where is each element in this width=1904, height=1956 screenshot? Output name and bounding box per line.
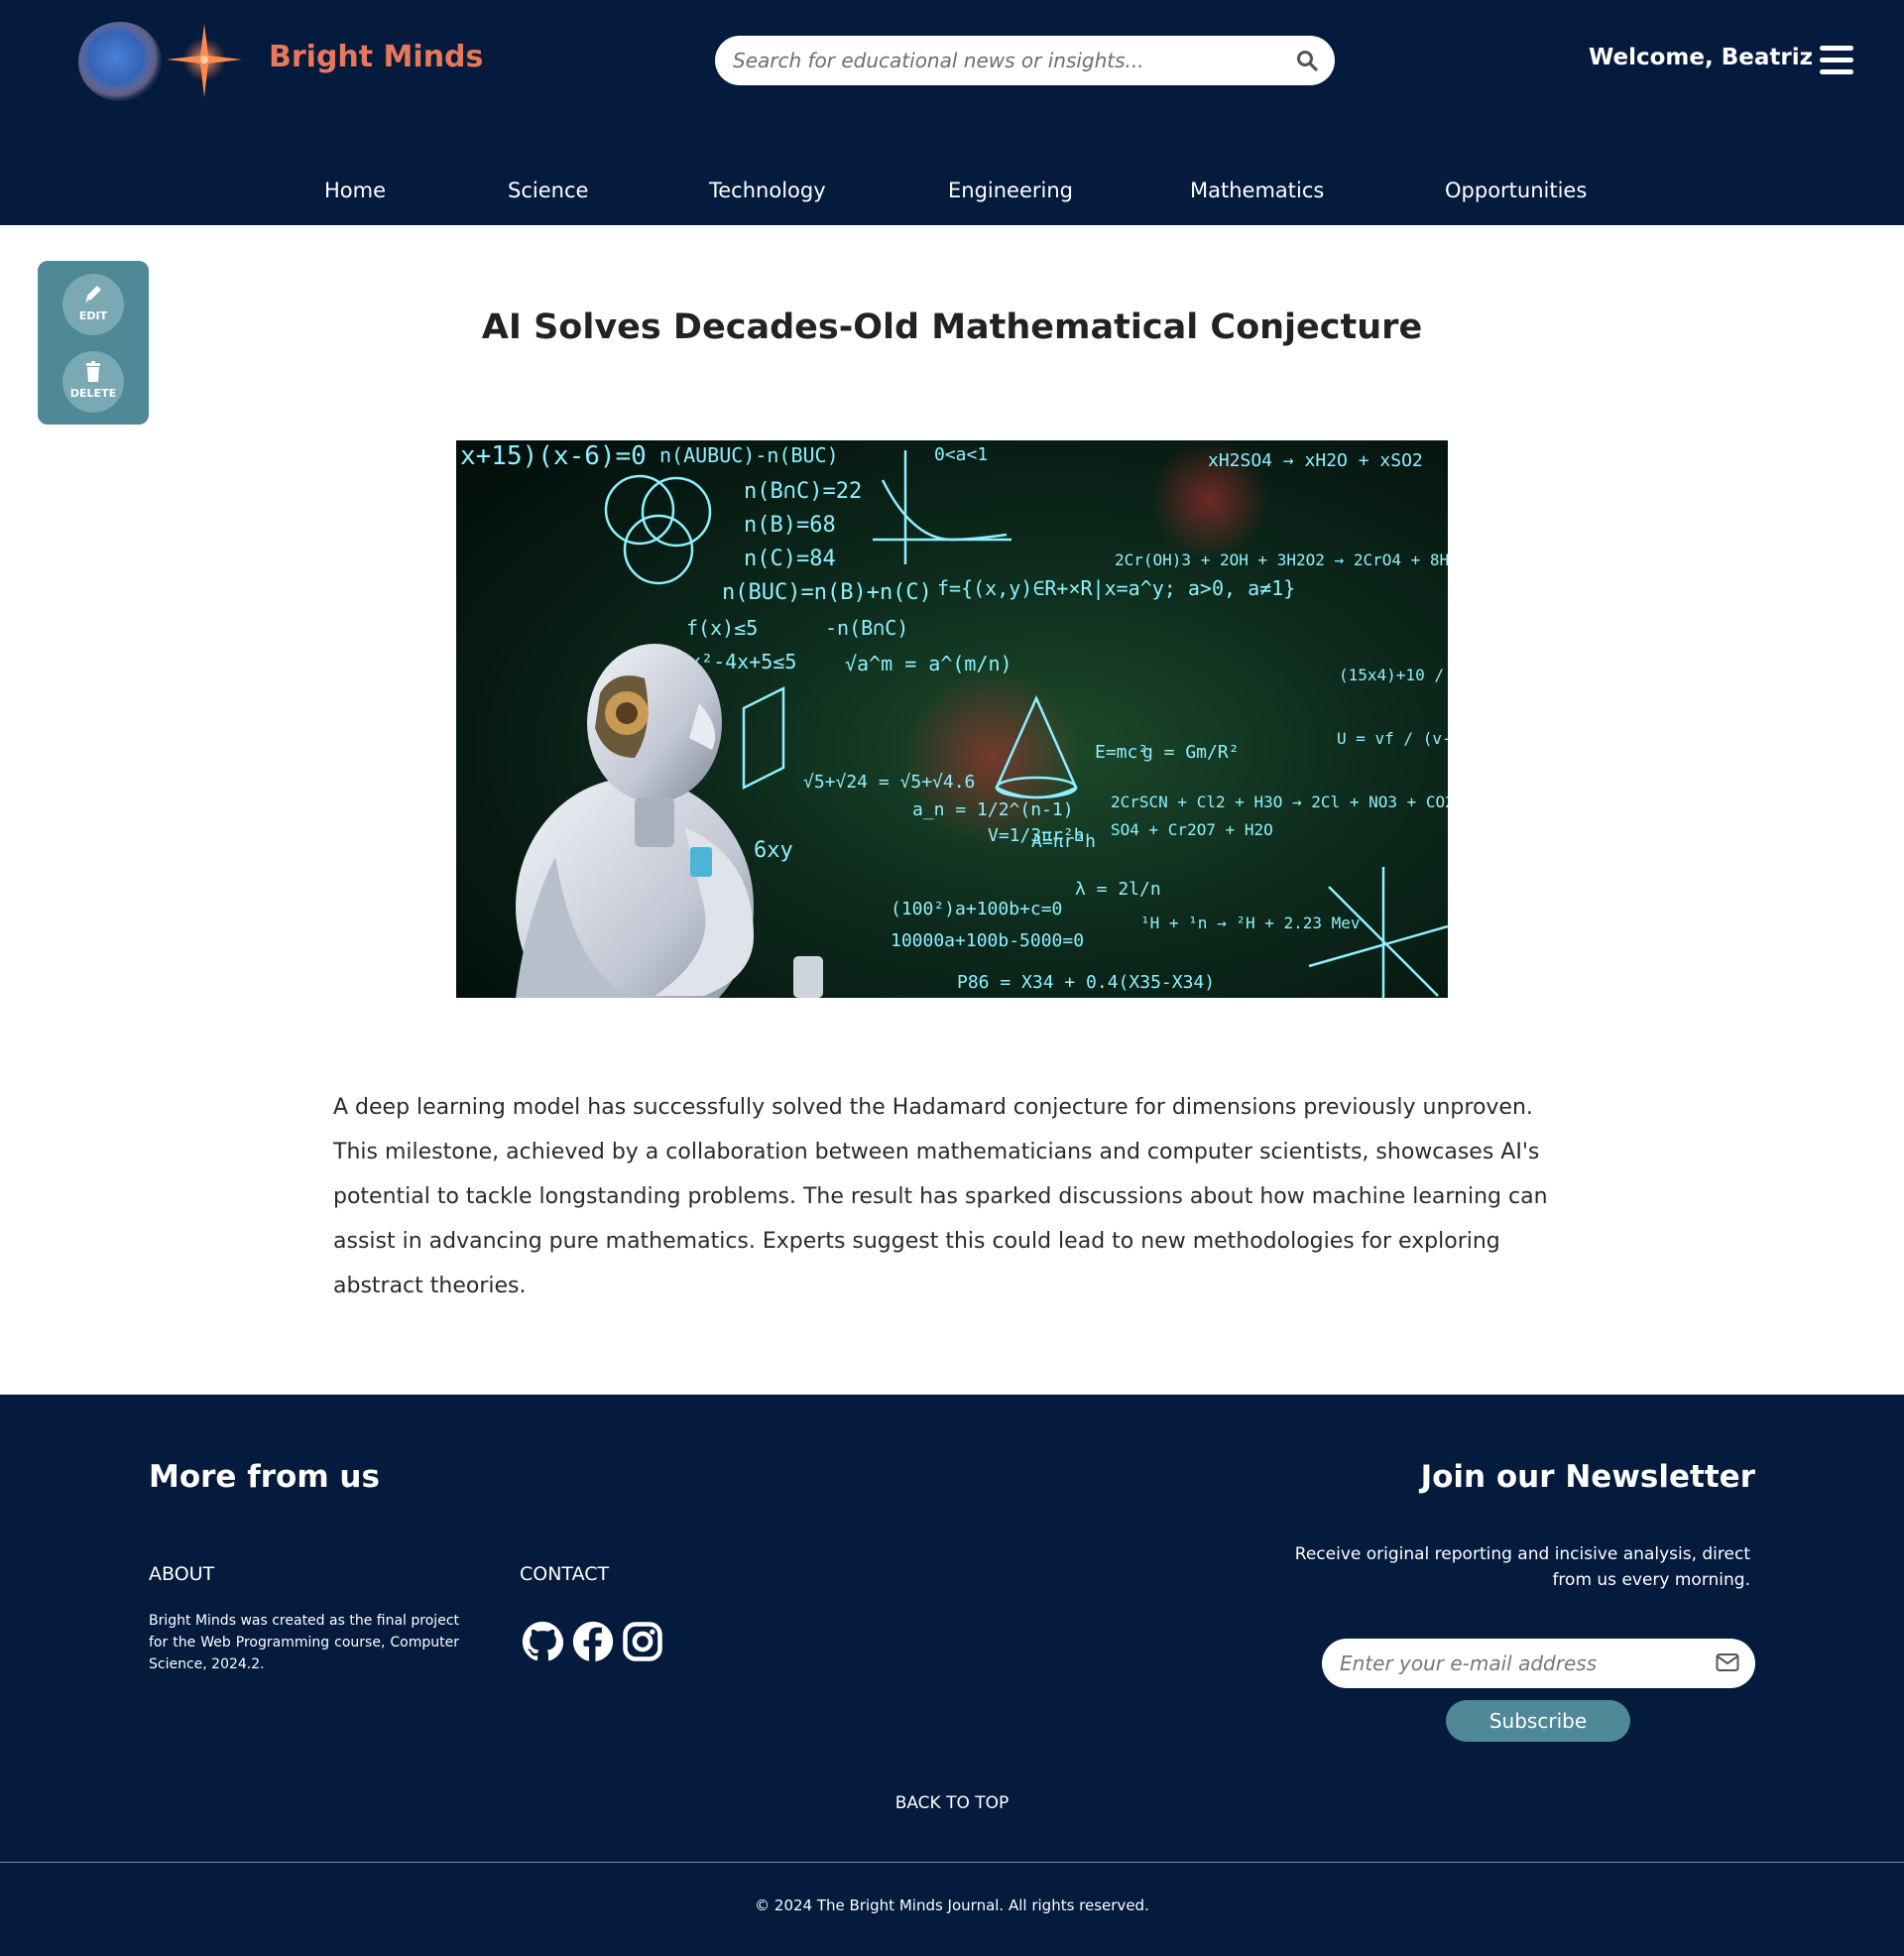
hero-formula: √a^m = a^(m/n) (845, 652, 1012, 675)
nav-item-engineering[interactable]: Engineering (948, 179, 1073, 202)
main-nav: Home Science Technology Engineering Math… (0, 169, 1904, 214)
site-header: Bright Minds Welcome, Beatriz Home Scien… (0, 0, 1904, 225)
hero-formula: g = Gm/R² (1142, 742, 1240, 763)
nav-item-home[interactable]: Home (324, 179, 386, 202)
hero-formula: λ = 2l/n (1075, 879, 1161, 900)
delete-button[interactable]: DELETE (62, 351, 124, 413)
hero-formula: a_n = 1/2^(n-1) (912, 799, 1074, 820)
search-bar (715, 36, 1335, 85)
search-input[interactable] (733, 36, 1288, 85)
hero-formula: 0<a<1 (934, 444, 988, 465)
social-links (522, 1621, 670, 1664)
pencil-icon (85, 286, 101, 303)
brand-name[interactable]: Bright Minds (269, 40, 483, 74)
hero-formula: n(B)=68 (744, 513, 836, 538)
hero-formula: f={(x,y)∈R+×R|x=a^y; a>0, a≠1} (937, 576, 1295, 600)
contact-heading: CONTACT (520, 1563, 610, 1585)
bright-minds-logo-icon[interactable] (75, 14, 254, 108)
hero-formula: xH2SO4 → xH2O + xSO2 (1208, 450, 1423, 471)
trash-icon (86, 361, 100, 382)
hero-formula: 2Cr(OH)3 + 2OH + 3H2O2 → 2CrO4 + 8H2O (1115, 550, 1448, 569)
hero-formula: (15x4)+10 / 15 (1339, 666, 1448, 684)
edit-label: EDIT (78, 309, 108, 322)
hero-formula: n(B∩C)=22 (744, 479, 862, 504)
site-footer: More from us ABOUT Bright Minds was crea… (0, 1395, 1904, 1956)
nav-item-mathematics[interactable]: Mathematics (1190, 179, 1324, 202)
nav-item-technology[interactable]: Technology (709, 179, 826, 202)
email-input[interactable] (1340, 1639, 1697, 1688)
facebook-icon[interactable] (572, 1621, 614, 1662)
newsletter-heading: Join our Newsletter (1420, 1459, 1755, 1495)
github-icon[interactable] (522, 1621, 563, 1662)
copyright-text: © 2024 The Bright Minds Journal. All rig… (755, 1896, 1149, 1914)
hero-formula: (100²)a+100b+c=0 (891, 899, 1062, 919)
edit-button[interactable]: EDIT (62, 274, 124, 335)
nav-item-science[interactable]: Science (508, 179, 588, 202)
hero-formula: 6xy (754, 838, 793, 863)
welcome-message: Welcome, Beatriz (1588, 45, 1813, 70)
more-from-us-heading: More from us (149, 1459, 380, 1495)
newsletter-text: Receive original reporting and incisive … (1294, 1544, 1750, 1590)
hero-formula: U = vf / (v-f) (1337, 729, 1448, 748)
envelope-icon (1716, 1653, 1739, 1671)
back-to-top-link[interactable]: BACK TO TOP (853, 1793, 1051, 1813)
hero-formula: SO4 + Cr2O7 + H2O (1111, 820, 1273, 839)
hero-formula: x+15)(x-6)=0 (460, 441, 647, 471)
article-hero-image: x+15)(x-6)=0 n(AUBUC)-n(BUC) 0<a<1 xH2SO4 →… (456, 440, 1448, 998)
subscribe-button[interactable]: Subscribe (1446, 1700, 1630, 1742)
hero-formula: √5+√24 = √5+√4.6 (803, 772, 975, 793)
delete-label: DELETE (69, 387, 117, 400)
nav-item-opportunities[interactable]: Opportunities (1445, 179, 1587, 202)
robot-chalkboard-illustration: x+15)(x-6)=0 n(AUBUC)-n(BUC) 0<a<1 xH2SO4 →… (456, 440, 1448, 998)
hero-formula: P86 = X34 + 0.4(X35-X34) (957, 972, 1215, 993)
email-field-wrapper (1322, 1639, 1755, 1688)
hero-formula: n(BUC)=n(B)+n(C) (722, 580, 932, 605)
hero-formula: x²-4x+5≤5 (689, 650, 796, 673)
hero-formula: -n(B∩C) (825, 616, 908, 640)
hero-formula: f(x)≤5 (686, 616, 758, 640)
hero-formula: E=mc² (1095, 742, 1148, 763)
instagram-icon[interactable] (622, 1621, 663, 1662)
hero-formula: 2CrSCN + Cl2 + H3O → 2Cl + NO3 + CO2 (1111, 793, 1448, 811)
footer-divider (0, 1862, 1904, 1863)
hamburger-menu-icon[interactable] (1820, 46, 1853, 75)
hero-formula: ¹H + ¹n → ²H + 2.23 Mev (1140, 914, 1361, 932)
article-title: AI Solves Decades-Old Mathematical Conje… (481, 307, 1423, 347)
hero-formula: n(C)=84 (744, 547, 836, 571)
search-icon[interactable] (1295, 49, 1319, 72)
article-actions-panel: EDIT DELETE (38, 261, 149, 425)
hero-formula: n(AUBUC)-n(BUC) (659, 443, 839, 467)
hero-formula: 10000a+100b-5000=0 (891, 930, 1084, 951)
hero-formula: A=πr²h (1031, 831, 1096, 852)
about-heading: ABOUT (149, 1563, 215, 1585)
article-body: A deep learning model has successfully s… (333, 1095, 1548, 1298)
about-text: Bright Minds was created as the final pr… (149, 1613, 459, 1672)
